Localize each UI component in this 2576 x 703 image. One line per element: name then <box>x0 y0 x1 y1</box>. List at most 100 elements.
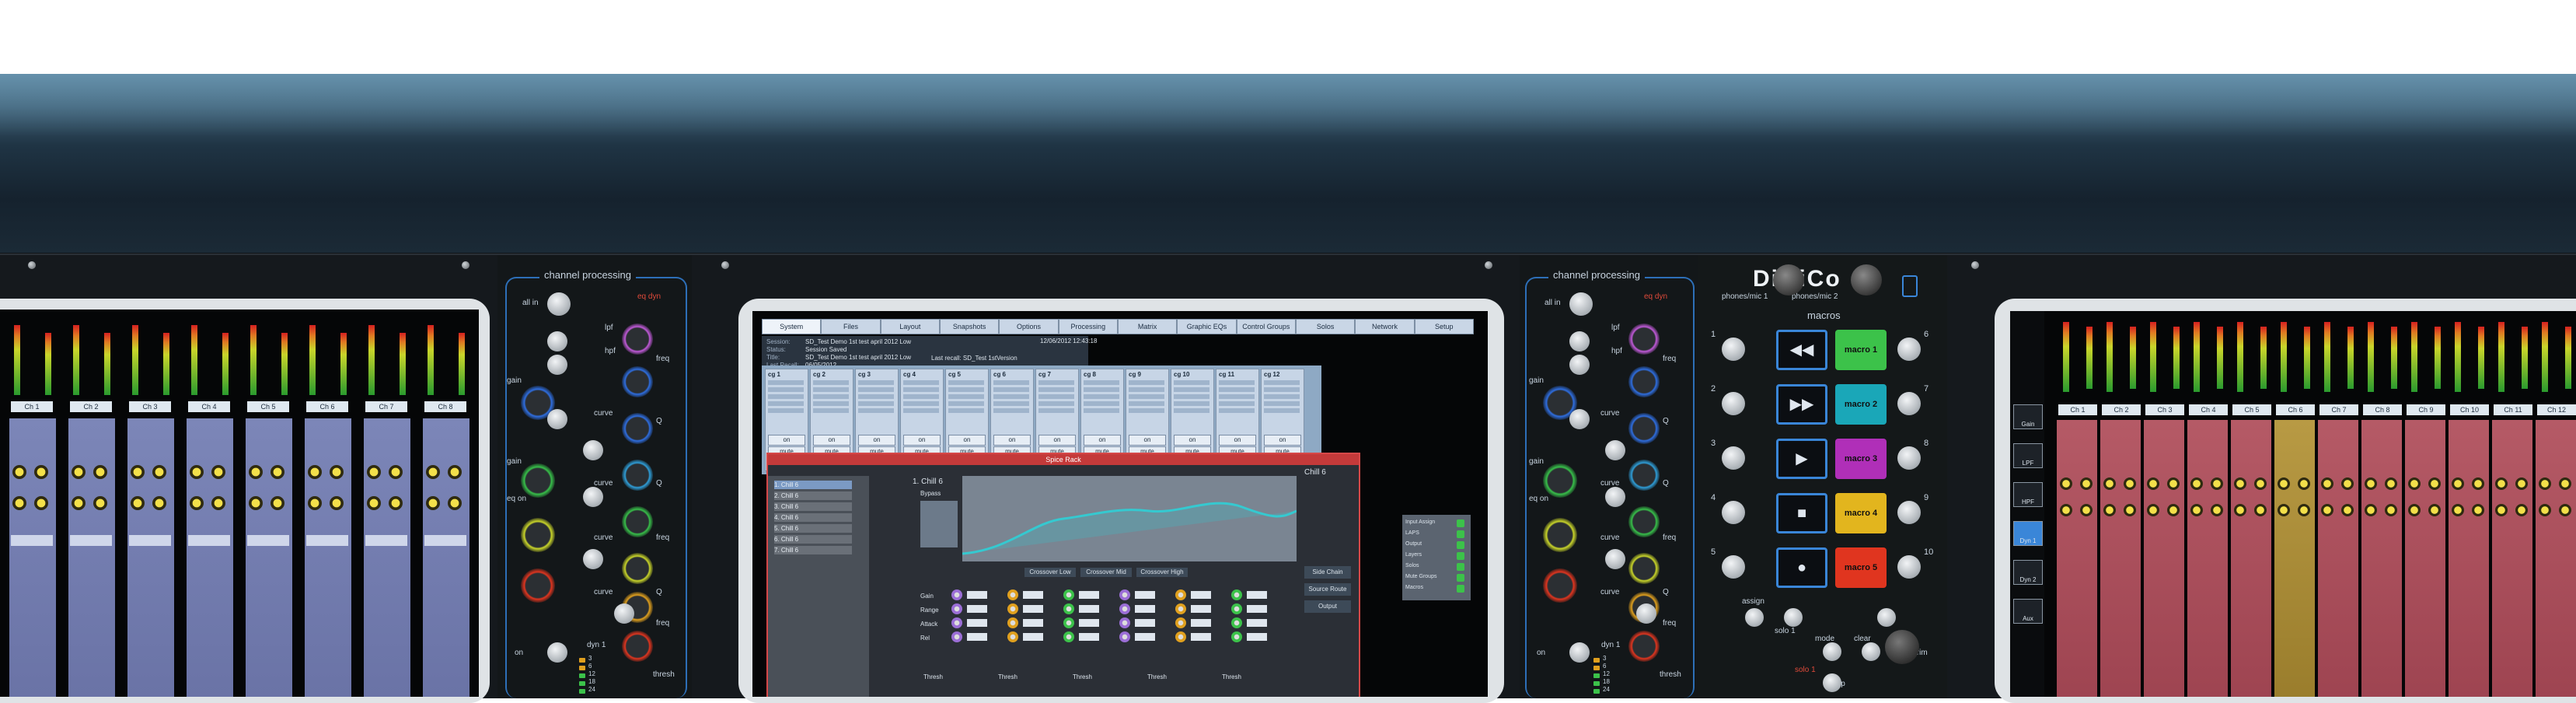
tab-setup[interactable]: Setup <box>1414 319 1474 334</box>
macro-select-button[interactable] <box>1722 446 1745 470</box>
channel-knob[interactable] <box>2211 477 2223 490</box>
panel-button[interactable] <box>1636 603 1656 624</box>
tab-options[interactable]: Options <box>999 319 1059 334</box>
channel-knob[interactable] <box>2495 477 2508 490</box>
channel-controls[interactable] <box>2492 420 2532 697</box>
channel-knob[interactable] <box>2124 504 2136 516</box>
channel-knob[interactable] <box>93 496 107 510</box>
record-icon[interactable]: ● <box>1776 547 1827 588</box>
channel-knob[interactable] <box>2147 504 2159 516</box>
left-touch-screen[interactable]: Ch 1 Ch 2 Ch 3 Ch 4 Ch 5 Ch 6 Ch 7 Ch 8 <box>0 310 479 697</box>
channel-knob[interactable] <box>93 465 107 479</box>
rotary-encoder[interactable] <box>622 631 653 662</box>
rotary-encoder[interactable] <box>622 366 653 397</box>
channel-knob[interactable] <box>2428 504 2441 516</box>
tab-control-groups[interactable]: Control Groups <box>1236 319 1296 334</box>
channel-strip[interactable]: Ch 5 <box>244 310 295 697</box>
macro-button[interactable]: macro 1 <box>1835 330 1887 370</box>
stop-icon[interactable]: ■ <box>1776 493 1827 533</box>
channel-strip[interactable]: Ch 7 <box>362 310 414 697</box>
channel-knob[interactable] <box>2103 504 2116 516</box>
parameter-knob[interactable] <box>1063 589 1074 600</box>
channel-knob[interactable] <box>152 496 166 510</box>
channel-knob[interactable] <box>2341 504 2354 516</box>
channel-knob[interactable] <box>330 496 344 510</box>
channel-knob[interactable] <box>190 496 204 510</box>
parameter-knob[interactable] <box>1231 589 1242 600</box>
channel-controls[interactable] <box>68 418 115 697</box>
channel-knob[interactable] <box>2278 504 2290 516</box>
group-footer-button[interactable]: on <box>1264 435 1301 446</box>
parameter-knob[interactable] <box>1119 603 1130 614</box>
channel-knob[interactable] <box>2559 477 2571 490</box>
channel-knob[interactable] <box>2254 504 2267 516</box>
group-footer-button[interactable]: on <box>903 435 941 446</box>
channel-knob[interactable] <box>2341 477 2354 490</box>
panel-button[interactable] <box>547 642 567 663</box>
panel-button[interactable] <box>1605 440 1625 460</box>
channel-knob[interactable] <box>2060 504 2072 516</box>
group-footer-button[interactable]: on <box>948 435 986 446</box>
channel-knob[interactable] <box>2254 477 2267 490</box>
channel-strip[interactable]: Ch 8 <box>2361 311 2403 697</box>
tab-snapshots[interactable]: Snapshots <box>940 319 1000 334</box>
channel-controls[interactable] <box>423 418 469 697</box>
group-footer-button[interactable]: on <box>858 435 895 446</box>
usb-port[interactable] <box>1902 275 1918 297</box>
rotary-encoder[interactable] <box>1543 518 1577 552</box>
channel-knob[interactable] <box>2408 504 2421 516</box>
macro-select-button[interactable] <box>1722 501 1745 524</box>
channel-knob[interactable] <box>2385 477 2397 490</box>
panel-button[interactable] <box>1569 642 1590 663</box>
channel-controls[interactable] <box>2231 420 2271 697</box>
panel-button[interactable] <box>547 409 567 429</box>
channel-list[interactable]: 1. Chill 6 2. Chill 6 3. Chill 6 4. Chill 6… <box>768 476 869 697</box>
panel-button[interactable] <box>1569 409 1590 429</box>
channel-knob[interactable] <box>34 465 48 479</box>
rotary-encoder[interactable] <box>1628 366 1660 397</box>
tab-network[interactable]: Network <box>1355 319 1415 334</box>
right-touch-screen[interactable]: Gain LPF HPF Dyn 1 Dyn 2 Aux Ch 1 Ch 2 Ch 3 Ch 4 C… <box>2010 311 2576 697</box>
channel-knob[interactable] <box>2515 477 2528 490</box>
parameter-knob[interactable] <box>951 603 962 614</box>
macro-button[interactable]: macro 4 <box>1835 493 1887 533</box>
channel-strip[interactable]: Ch 6 <box>2274 311 2316 697</box>
solo-button[interactable] <box>1745 608 1764 627</box>
parameter-knob[interactable] <box>1063 603 1074 614</box>
rotary-encoder[interactable] <box>622 460 653 491</box>
panel-button[interactable] <box>1569 331 1590 352</box>
channel-controls[interactable] <box>2187 420 2228 697</box>
channel-knob[interactable] <box>12 496 26 510</box>
channel-strip[interactable]: Ch 8 <box>421 310 473 697</box>
solo-button[interactable] <box>1877 608 1896 627</box>
panel-button[interactable] <box>1569 355 1590 375</box>
macro-select-button[interactable] <box>1722 392 1745 415</box>
panel-button[interactable] <box>583 440 603 460</box>
panel-button[interactable] <box>583 549 603 569</box>
channel-controls[interactable] <box>2274 420 2315 697</box>
channel-strip[interactable]: Ch 7 <box>2318 311 2360 697</box>
rotary-encoder[interactable] <box>622 506 653 537</box>
channel-knob[interactable] <box>330 465 344 479</box>
channel-knob[interactable] <box>2124 477 2136 490</box>
all-in-button[interactable] <box>1569 292 1593 316</box>
rotary-encoder[interactable] <box>1628 460 1660 491</box>
channel-knob[interactable] <box>34 496 48 510</box>
function-button[interactable]: Gain <box>2013 404 2043 429</box>
tab-layout[interactable]: Layout <box>880 319 940 334</box>
channel-knob[interactable] <box>448 465 462 479</box>
channel-knob[interactable] <box>2408 477 2421 490</box>
channel-controls[interactable] <box>364 418 410 697</box>
rewind-icon[interactable]: ◀◀ <box>1776 330 1827 370</box>
channel-strip[interactable]: Ch 4 <box>2187 311 2229 697</box>
parameter-knob[interactable] <box>1119 631 1130 642</box>
channel-knob[interactable] <box>2103 477 2116 490</box>
tab-solos[interactable]: Solos <box>1296 319 1356 334</box>
parameter-knob[interactable] <box>1063 631 1074 642</box>
channel-knob[interactable] <box>2278 477 2290 490</box>
function-button[interactable]: HPF <box>2013 482 2043 507</box>
channel-controls[interactable] <box>2405 420 2445 697</box>
channel-strip[interactable]: Ch 1 <box>2057 311 2099 697</box>
channel-strip[interactable]: Ch 5 <box>2231 311 2273 697</box>
channel-knob[interactable] <box>448 496 462 510</box>
